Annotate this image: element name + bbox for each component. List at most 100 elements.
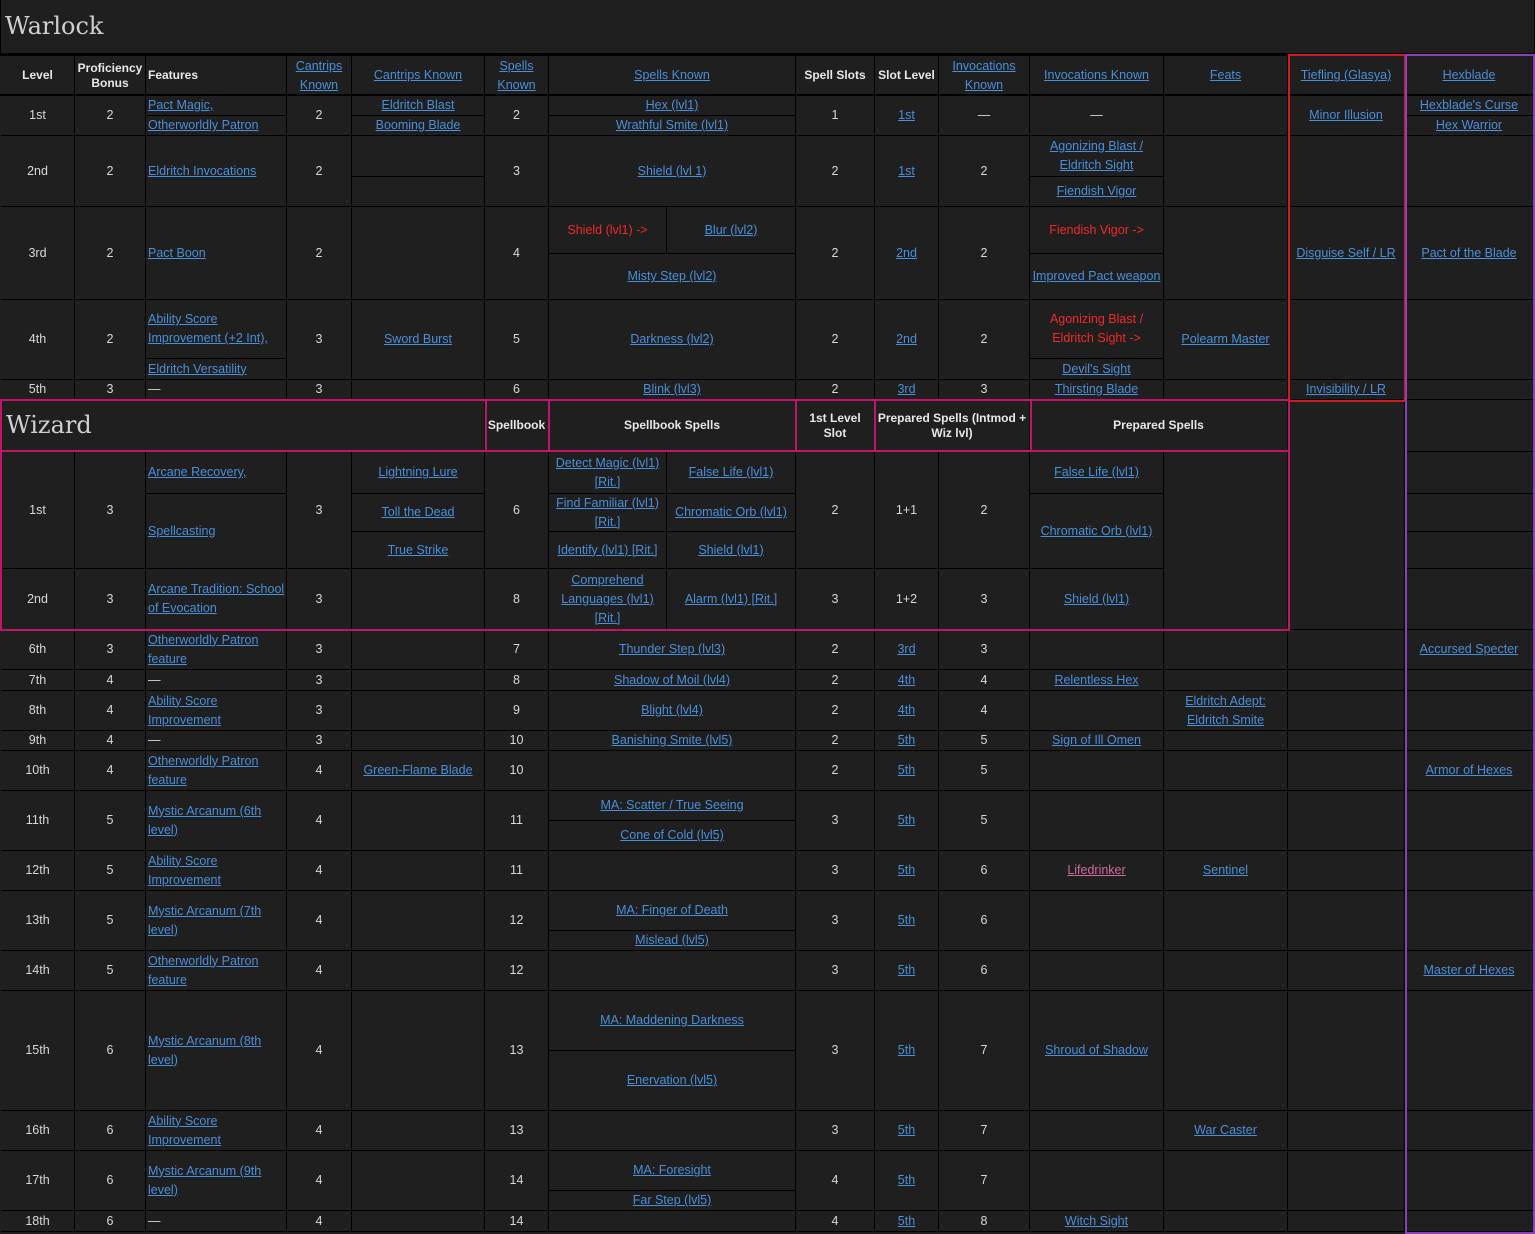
table-link-cell[interactable]: Sign of Ill Omen — [1030, 731, 1164, 751]
table-link-cell[interactable]: Lifedrinker — [1030, 851, 1164, 891]
table-link-cell[interactable]: Mislead (lvl5) — [549, 931, 796, 951]
table-link-cell[interactable]: Far Step (lvl5) — [549, 1191, 796, 1211]
table-link-cell[interactable]: Ability Score Improvement — [146, 691, 287, 731]
table-link-cell[interactable]: Shroud of Shadow — [1030, 991, 1164, 1111]
table-link-cell[interactable]: True Strike — [352, 532, 485, 569]
table-link-cell[interactable]: Spellcasting — [146, 494, 287, 569]
table-link-cell[interactable]: War Caster — [1164, 1111, 1288, 1151]
table-link-cell[interactable]: MA: Foresight — [549, 1151, 796, 1191]
table-link-cell[interactable]: Find Familiar (lvl1) [Rit.] — [549, 494, 667, 532]
table-link-cell[interactable]: Booming Blade — [352, 116, 485, 136]
table-link-cell[interactable]: 5th — [875, 1211, 939, 1232]
table-link-cell[interactable]: 5th — [875, 891, 939, 951]
table-link-cell[interactable]: Otherworldly Patron — [146, 116, 287, 136]
table-link-cell[interactable]: 1st — [875, 96, 939, 136]
table-link-cell[interactable]: Shield (lvl1) — [1030, 569, 1164, 630]
table-link-cell[interactable]: Blur (lvl2) — [667, 207, 796, 254]
table-link-cell[interactable]: Pact Magic, — [146, 96, 287, 116]
table-link-cell[interactable]: Master of Hexes — [1405, 951, 1534, 991]
warlock-header-13[interactable]: Hexblade — [1405, 56, 1534, 96]
table-link-cell[interactable]: Chromatic Orb (lvl1) — [1030, 494, 1164, 569]
table-link-cell[interactable]: Shield (lvl1) — [667, 532, 796, 569]
table-link-cell[interactable]: Blight (lvl4) — [549, 691, 796, 731]
warlock-header-9[interactable]: Invocations Known — [939, 56, 1030, 96]
table-link-cell[interactable]: Polearm Master — [1164, 300, 1288, 380]
table-link-cell[interactable]: Otherworldly Patron feature — [146, 630, 287, 670]
table-link-cell[interactable]: Hex Warrior — [1405, 116, 1534, 136]
table-link-cell[interactable]: 4th — [875, 691, 939, 731]
table-link-cell[interactable]: 5th — [875, 951, 939, 991]
table-link-cell[interactable]: Pact Boon — [146, 207, 287, 300]
table-link-cell[interactable]: Green-Flame Blade — [352, 751, 485, 791]
table-link-cell[interactable]: Shield (lvl 1) — [549, 136, 796, 207]
table-link-cell[interactable]: Enervation (lvl5) — [549, 1051, 796, 1111]
table-link-cell[interactable]: Arcane Tradition: School of Evocation — [146, 569, 287, 630]
warlock-header-4[interactable]: Cantrips Known — [352, 56, 485, 96]
table-link-cell[interactable]: Minor Illusion — [1288, 96, 1405, 136]
table-link-cell[interactable]: Pact of the Blade — [1405, 207, 1534, 300]
table-link-cell[interactable]: False Life (lvl1) — [667, 452, 796, 494]
table-link-cell[interactable]: Sentinel — [1164, 851, 1288, 891]
table-link-cell[interactable]: 5th — [875, 851, 939, 891]
table-link-cell[interactable]: 5th — [875, 791, 939, 851]
table-link-cell[interactable]: 5th — [875, 991, 939, 1111]
warlock-header-11[interactable]: Feats — [1164, 56, 1288, 96]
table-link-cell[interactable]: Chromatic Orb (lvl1) — [667, 494, 796, 532]
table-link-cell[interactable]: MA: Scatter / True Seeing — [549, 791, 796, 821]
table-link-cell[interactable]: Devil's Sight — [1030, 359, 1164, 380]
table-link-cell[interactable]: Mystic Arcanum (8th level) — [146, 991, 287, 1111]
table-link-cell[interactable]: Detect Magic (lvl1) [Rit.] — [549, 452, 667, 494]
table-link-cell[interactable]: Mystic Arcanum (6th level) — [146, 791, 287, 851]
table-link-cell[interactable]: 4th — [875, 670, 939, 691]
table-link-cell[interactable]: 5th — [875, 751, 939, 791]
table-link-cell[interactable]: Accursed Specter — [1405, 630, 1534, 670]
table-link-cell[interactable]: Ability Score Improvement — [146, 1111, 287, 1151]
table-link-cell[interactable]: Relentless Hex — [1030, 670, 1164, 691]
warlock-header-6[interactable]: Spells Known — [549, 56, 796, 96]
table-link-cell[interactable]: Wrathful Smite (lvl1) — [549, 116, 796, 136]
table-link-cell[interactable]: Fiendish Vigor — [1030, 177, 1164, 207]
table-link-cell[interactable]: Mystic Arcanum (9th level) — [146, 1151, 287, 1211]
table-link-cell[interactable]: 5th — [875, 1151, 939, 1211]
table-link-cell[interactable]: False Life (lvl1) — [1030, 452, 1164, 494]
table-link-cell[interactable]: Sword Burst — [352, 300, 485, 380]
table-link-cell[interactable]: MA: Maddening Darkness — [549, 991, 796, 1051]
table-link-cell[interactable]: 3rd — [875, 380, 939, 400]
table-link-cell[interactable]: Alarm (lvl1) [Rit.] — [667, 569, 796, 630]
table-link-cell[interactable]: Otherworldly Patron feature — [146, 751, 287, 791]
warlock-header-10[interactable]: Invocations Known — [1030, 56, 1164, 96]
table-link-cell[interactable]: 2nd — [875, 300, 939, 380]
table-link-cell[interactable]: Eldritch Versatility — [146, 359, 287, 380]
table-link-cell[interactable]: Otherworldly Patron feature — [146, 951, 287, 991]
table-link-cell[interactable]: Lightning Lure — [352, 452, 485, 494]
table-link-cell[interactable]: Arcane Recovery, — [146, 452, 287, 494]
table-link-cell[interactable]: Agonizing Blast / Eldritch Sight — [1030, 136, 1164, 177]
table-link-cell[interactable]: 2nd — [875, 207, 939, 300]
table-link-cell[interactable]: Improved Pact weapon — [1030, 254, 1164, 300]
table-link-cell[interactable]: Eldritch Invocations — [146, 136, 287, 207]
table-link-cell[interactable]: Thunder Step (lvl3) — [549, 630, 796, 670]
warlock-header-3[interactable]: Cantrips Known — [287, 56, 352, 96]
table-link-cell[interactable]: Shadow of Moil (lvl4) — [549, 670, 796, 691]
table-link-cell[interactable]: Invisibility / LR — [1288, 380, 1405, 400]
table-link-cell[interactable]: Darkness (lvl2) — [549, 300, 796, 380]
table-link-cell[interactable]: Comprehend Languages (lvl1) [Rit.] — [549, 569, 667, 630]
table-link-cell[interactable]: Thirsting Blade — [1030, 380, 1164, 400]
table-link-cell[interactable]: Armor of Hexes — [1405, 751, 1534, 791]
table-link-cell[interactable]: Identify (lvl1) [Rit.] — [549, 532, 667, 569]
table-link-cell[interactable]: Hexblade's Curse — [1405, 96, 1534, 116]
table-link-cell[interactable]: MA: Finger of Death — [549, 891, 796, 931]
table-link-cell[interactable]: Ability Score Improvement — [146, 851, 287, 891]
table-link-cell[interactable]: Disguise Self / LR — [1288, 207, 1405, 300]
table-link-cell[interactable]: Mystic Arcanum (7th level) — [146, 891, 287, 951]
table-link-cell[interactable]: Hex (lvl1) — [549, 96, 796, 116]
table-link-cell[interactable]: Witch Sight — [1030, 1211, 1164, 1232]
warlock-header-5[interactable]: Spells Known — [485, 56, 549, 96]
table-link-cell[interactable]: Eldritch Blast — [352, 96, 485, 116]
table-link-cell[interactable]: Cone of Cold (lvl5) — [549, 821, 796, 851]
warlock-header-12[interactable]: Tiefling (Glasya) — [1288, 56, 1405, 96]
table-link-cell[interactable]: 5th — [875, 731, 939, 751]
table-link-cell[interactable]: 3rd — [875, 630, 939, 670]
table-link-cell[interactable]: Misty Step (lvl2) — [549, 254, 796, 300]
table-link-cell[interactable]: 5th — [875, 1111, 939, 1151]
